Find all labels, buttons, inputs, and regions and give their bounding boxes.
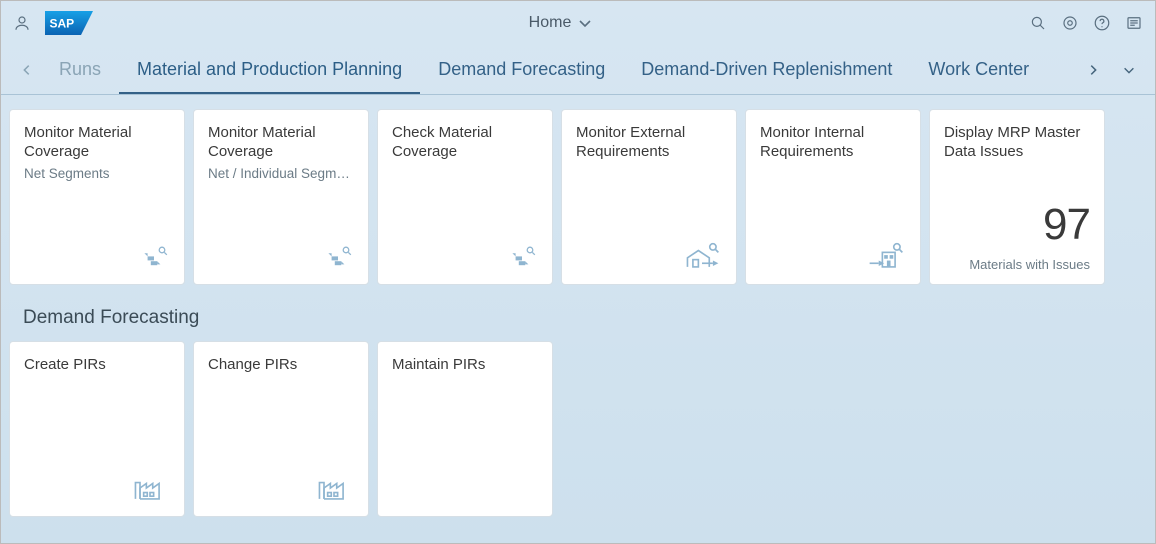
tab-runs[interactable]: Runs: [41, 46, 119, 94]
coverage-icon: [138, 244, 170, 272]
tab-material-and-production-planning[interactable]: Material and Production Planning: [119, 46, 420, 94]
tab-demand-forecasting[interactable]: Demand Forecasting: [420, 46, 623, 94]
tile-create-pirs[interactable]: Create PIRs: [9, 341, 185, 517]
tab-label: Material and Production Planning: [137, 59, 402, 80]
tile-title: Monitor Material Coverage: [24, 124, 170, 162]
page-title: Home: [529, 14, 572, 32]
shell-header-left: SAP: [13, 11, 93, 35]
tile-subtitle: Net / Individual Segments: [208, 166, 354, 181]
tile-check-material-coverage[interactable]: Check Material Coverage: [377, 109, 553, 285]
tile-display-mrp-master-data-issues[interactable]: Display MRP Master Data Issues 97 Materi…: [929, 109, 1105, 285]
shell-header-right: [1029, 14, 1143, 32]
launchpad-content: Monitor Material Coverage Net Segments M…: [1, 95, 1155, 523]
kpi-label: Materials with Issues: [969, 257, 1090, 272]
tabs-prev[interactable]: [13, 63, 41, 77]
tile-title: Monitor Internal Requirements: [760, 124, 906, 162]
search-icon[interactable]: [1029, 14, 1047, 32]
chevron-down-icon: [577, 15, 593, 31]
external-icon: [682, 240, 722, 272]
tile-title: Create PIRs: [24, 356, 170, 375]
tile-title: Monitor Material Coverage: [208, 124, 354, 162]
section-title-demand-forecasting: Demand Forecasting: [23, 307, 1147, 329]
tile-monitor-material-coverage-individual[interactable]: Monitor Material Coverage Net / Individu…: [193, 109, 369, 285]
tab-label: Demand Forecasting: [438, 59, 605, 80]
tabs-end: [1071, 63, 1143, 77]
sap-logo: SAP: [45, 11, 93, 35]
coverage-icon: [506, 244, 538, 272]
tab-label: Runs: [59, 59, 101, 80]
factory-icon: [314, 472, 354, 504]
tile-title: Display MRP Master Data Issues: [944, 124, 1090, 162]
tile-group-demand-forecasting: Create PIRs Change PIRs Maintain PIRs: [7, 341, 1149, 517]
help-icon[interactable]: [1093, 14, 1111, 32]
tab-work-center[interactable]: Work Center: [910, 46, 1047, 94]
coverage-icon: [322, 244, 354, 272]
tile-subtitle: Net Segments: [24, 166, 170, 181]
tabs-overflow[interactable]: [1115, 63, 1143, 77]
shell-header-title[interactable]: Home: [93, 14, 1029, 32]
copilot-icon[interactable]: [1061, 14, 1079, 32]
user-icon[interactable]: [13, 14, 31, 32]
tile-title: Maintain PIRs: [392, 356, 538, 375]
tile-maintain-pirs[interactable]: Maintain PIRs: [377, 341, 553, 517]
tile-title: Change PIRs: [208, 356, 354, 375]
tabs-scroll: Runs Material and Production Planning De…: [41, 46, 1071, 94]
tile-change-pirs[interactable]: Change PIRs: [193, 341, 369, 517]
tab-label: Demand-Driven Replenishment: [641, 59, 892, 80]
tile-group-material-planning: Monitor Material Coverage Net Segments M…: [7, 109, 1149, 285]
tile-title: Monitor External Requirements: [576, 124, 722, 162]
shell-header: SAP Home: [1, 1, 1155, 45]
tabs-next[interactable]: [1079, 63, 1107, 77]
anchor-bar: Runs Material and Production Planning De…: [1, 45, 1155, 95]
tab-demand-driven-replenishment[interactable]: Demand-Driven Replenishment: [623, 46, 910, 94]
factory-icon: [130, 472, 170, 504]
tile-monitor-external-requirements[interactable]: Monitor External Requirements: [561, 109, 737, 285]
svg-text:SAP: SAP: [50, 17, 75, 31]
tile-monitor-internal-requirements[interactable]: Monitor Internal Requirements: [745, 109, 921, 285]
tab-label: Work Center: [928, 59, 1029, 80]
internal-icon: [866, 240, 906, 272]
tile-title: Check Material Coverage: [392, 124, 538, 162]
kpi-value: 97: [1043, 203, 1090, 247]
me-area-icon[interactable]: [1125, 14, 1143, 32]
tile-monitor-material-coverage-net[interactable]: Monitor Material Coverage Net Segments: [9, 109, 185, 285]
